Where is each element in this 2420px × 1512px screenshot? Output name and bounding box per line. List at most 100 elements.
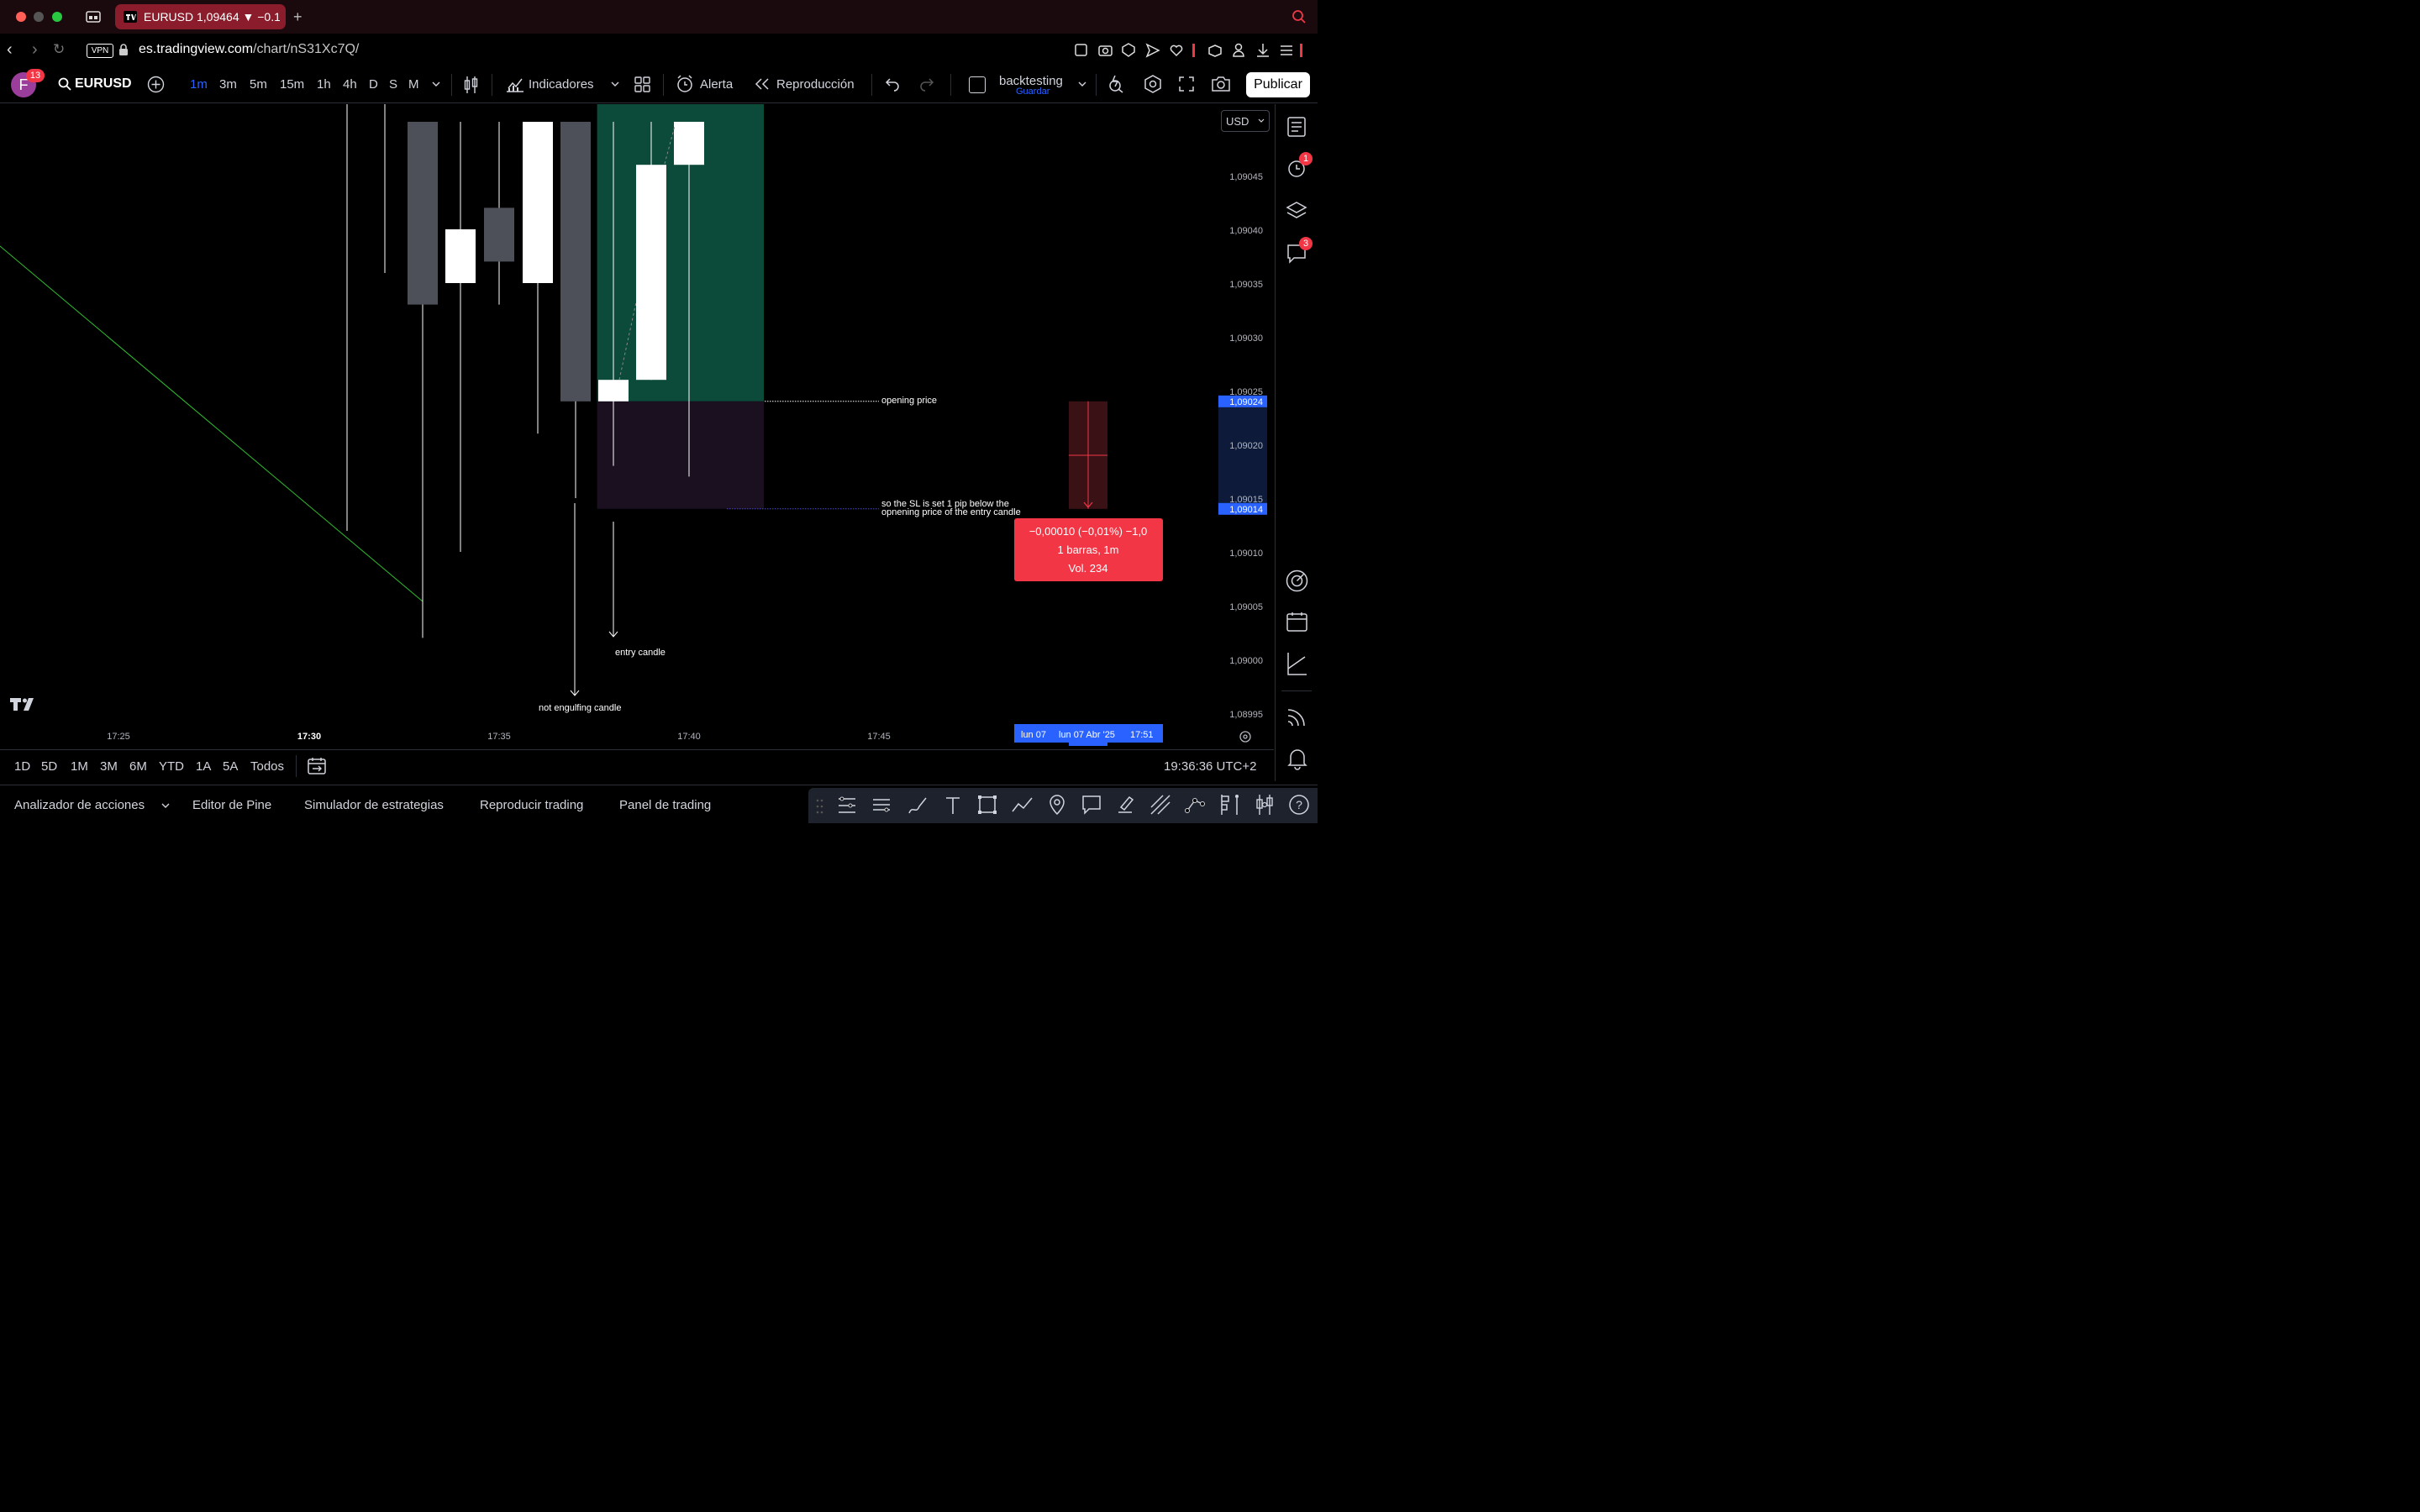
snapshot-camera-icon[interactable] [1211, 76, 1231, 92]
timeframe-3m[interactable]: 3m [219, 77, 237, 92]
symbol-search-icon[interactable] [58, 77, 71, 91]
minimize-window-button[interactable] [34, 12, 44, 22]
timeframe-5m[interactable]: 5m [250, 77, 267, 92]
location-pin-icon[interactable] [1049, 794, 1065, 816]
timeframe-1h[interactable]: 1h [317, 77, 331, 92]
range-ytd[interactable]: YTD [159, 759, 184, 774]
indicators-icon[interactable] [506, 76, 524, 92]
browser-tab-active[interactable]: EURUSD 1,09464 ▼ −0.17 [115, 4, 286, 29]
tab-strategy-tester[interactable]: Simulador de estrategias [304, 798, 444, 812]
callout-icon[interactable] [1081, 795, 1102, 815]
range-5d[interactable]: 5D [41, 759, 57, 774]
measure-tooltip-line1: −0,00010 (−0,01%) −1,0 [1029, 525, 1148, 538]
help-icon[interactable]: ? [1289, 793, 1309, 816]
timeframe-15m[interactable]: 15m [280, 77, 304, 92]
timeframe-s[interactable]: S [389, 77, 397, 92]
replay-button[interactable]: Reproducción [776, 77, 855, 92]
tab-replay-trading[interactable]: Reproducir trading [480, 798, 583, 812]
search-icon[interactable] [1292, 9, 1307, 24]
highlighter-icon[interactable] [1115, 794, 1135, 816]
candle-body [523, 122, 553, 283]
calendar-icon[interactable] [1286, 612, 1307, 633]
target-icon[interactable] [1286, 570, 1308, 592]
signal-feed-icon[interactable] [1286, 706, 1307, 727]
reload-icon[interactable]: ↻ [53, 41, 65, 58]
rectangle-tool-icon[interactable] [977, 795, 997, 815]
pitchfork-icon[interactable] [1150, 794, 1171, 816]
range-6m[interactable]: 6M [129, 759, 147, 774]
vpn-badge[interactable]: VPN [87, 44, 113, 58]
path-tool-icon[interactable] [1011, 795, 1034, 815]
layouts-grid-icon[interactable] [634, 76, 650, 92]
maximize-window-button[interactable] [52, 12, 62, 22]
brush-icon[interactable] [908, 795, 929, 816]
measure-tool-icon[interactable] [1254, 793, 1277, 816]
alert-button[interactable]: Alerta [700, 77, 733, 92]
price-scale[interactable]: 1,09045 1,09040 1,09035 1,09030 1,09025 1,090… [1218, 104, 1273, 748]
time-tick-label: 17:35 [487, 732, 511, 742]
currency-selector[interactable]: USD [1221, 110, 1270, 132]
long-short-position-icon[interactable] [1218, 793, 1244, 816]
fib-retracement-icon[interactable] [837, 795, 857, 816]
compare-symbol-icon[interactable] [147, 76, 165, 93]
range-1d[interactable]: 1D [14, 759, 30, 774]
replay-icon[interactable] [755, 78, 770, 90]
connected-points-icon[interactable] [1184, 794, 1206, 816]
layout-chevron-icon[interactable] [1078, 81, 1086, 87]
scale-settings-icon[interactable] [1239, 730, 1252, 743]
tradingview-logo[interactable] [10, 696, 39, 711]
range-1a[interactable]: 1A [196, 759, 211, 774]
timeframe-m[interactable]: M [408, 77, 419, 92]
fullscreen-icon[interactable] [1179, 76, 1194, 92]
range-5a[interactable]: 5A [223, 759, 238, 774]
url-text[interactable]: es.tradingview.com/chart/nS31Xc7Q/ [139, 42, 359, 57]
candle-type-icon[interactable] [464, 76, 479, 94]
watchlist-icon[interactable] [1286, 117, 1307, 137]
back-arrow-icon[interactable]: ‹ [7, 40, 13, 60]
quick-search-icon[interactable] [1107, 75, 1126, 93]
utc-clock[interactable]: 19:36:36 UTC+2 [1164, 759, 1257, 774]
indicators-button[interactable]: Indicadores [529, 77, 594, 92]
forward-arrow-icon[interactable]: › [32, 40, 38, 60]
timeframe-4h[interactable]: 4h [343, 77, 357, 92]
timeframe-1m[interactable]: 1m [190, 77, 208, 92]
range-1m[interactable]: 1M [71, 759, 88, 774]
tab-stock-screener[interactable]: Analizador de acciones [14, 798, 145, 812]
timeframe-dropdown-chevron-icon[interactable] [432, 81, 440, 87]
candle-body [408, 122, 438, 305]
settings-hex-icon[interactable] [1144, 75, 1162, 93]
range-3m[interactable]: 3M [100, 759, 118, 774]
tab-pine-editor[interactable]: Editor de Pine [192, 798, 271, 812]
redo-icon[interactable] [919, 77, 934, 92]
price-tick-label: 1,08995 [1229, 710, 1263, 720]
chart-canvas[interactable]: opening priceso the SL is set 1 pip belo… [0, 104, 1218, 748]
fib-channel-icon[interactable] [871, 795, 892, 816]
publish-button[interactable]: Publicar [1246, 72, 1310, 97]
trend-chart-icon[interactable] [1286, 652, 1307, 675]
chart-pane[interactable]: opening price so the SL is set 1 pip belo… [0, 104, 1218, 748]
layout-save-label[interactable]: Guardar [1016, 87, 1050, 97]
crosshair-range-marker [1069, 743, 1107, 746]
close-window-button[interactable] [16, 12, 26, 22]
range-all[interactable]: Todos [250, 759, 284, 774]
toolbar-separator [1096, 74, 1097, 96]
new-tab-icon[interactable]: + [293, 8, 302, 26]
indicators-chevron-icon[interactable] [611, 81, 619, 87]
text-tool-icon[interactable] [944, 795, 961, 816]
annotation-sl-line2: opnening price of the entry candle [881, 507, 1021, 517]
symbol-name[interactable]: EURUSD [75, 76, 132, 92]
undo-icon[interactable] [885, 77, 900, 92]
layers-icon[interactable] [1286, 201, 1307, 221]
browser-extension-icons [1075, 43, 1302, 58]
tab-trading-panel[interactable]: Panel de trading [619, 798, 711, 812]
notifications-bell-icon[interactable] [1287, 748, 1307, 770]
candle-body [560, 122, 591, 402]
time-axis[interactable]: 17:25 17:30 17:35 17:40 17:45 lun 07 lun 07 Ab… [0, 724, 1218, 748]
time-tick-label: 17:30 [297, 732, 321, 742]
alert-clock-icon[interactable] [676, 75, 694, 93]
goto-date-icon[interactable] [308, 757, 326, 775]
layout-checkbox-icon[interactable] [969, 76, 986, 93]
timeframe-d[interactable]: D [369, 77, 378, 92]
screener-chevron-icon[interactable] [161, 802, 170, 809]
sidebar-toggle-icon[interactable] [86, 10, 101, 24]
